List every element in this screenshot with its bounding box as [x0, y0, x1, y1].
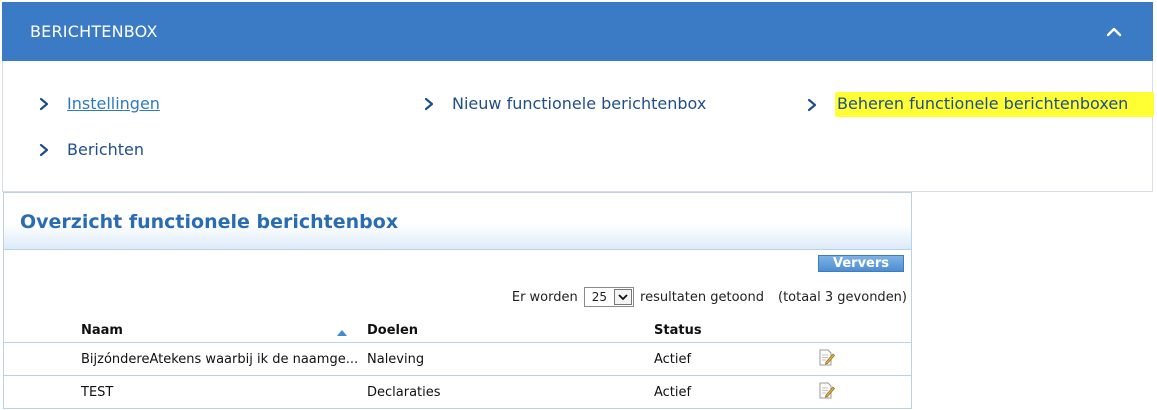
refresh-button[interactable]: Ververs — [818, 255, 904, 272]
results-summary: Er worden 25 resultaten getoond (totaal … — [512, 287, 907, 307]
nav-link-label[interactable]: Instellingen — [67, 94, 160, 113]
column-header-naam[interactable]: Naam — [81, 323, 123, 338]
row-name: BijzóndereAtekens waarbij ik de naamge..… — [81, 352, 359, 367]
chevron-right-icon — [39, 97, 53, 111]
chevron-right-icon — [39, 143, 53, 157]
nav-link-beheren-functionele-berichtenboxen[interactable]: Beheren functionele berichtenboxen — [807, 92, 1155, 117]
nav-link-label[interactable]: Nieuw functionele berichtenbox — [452, 94, 706, 113]
overview-title: Overzicht functionele berichtenbox — [4, 193, 911, 250]
edit-icon[interactable] — [818, 349, 835, 370]
row-goals: Declaraties — [367, 385, 441, 400]
results-suffix: resultaten getoond — [640, 289, 764, 305]
chevron-up-icon[interactable] — [1103, 21, 1125, 43]
results-prefix: Er worden — [511, 289, 578, 305]
berichtenbox-header: BERICHTENBOX — [2, 2, 1153, 61]
chevron-right-icon — [424, 97, 438, 111]
column-header-status[interactable]: Status — [654, 323, 702, 338]
overview-panel: Overzicht functionele berichtenbox Verve… — [3, 192, 912, 409]
chevron-down-icon[interactable] — [614, 289, 633, 305]
nav-link-label[interactable]: Beheren functionele berichtenboxen — [835, 92, 1155, 117]
results-total: (totaal 3 gevonden) — [778, 289, 907, 305]
nav-link-berichten[interactable]: Berichten — [39, 140, 144, 159]
chevron-right-icon — [807, 98, 821, 112]
sort-ascending-icon[interactable] — [337, 321, 347, 340]
nav-link-nieuw-functionele-berichtenbox[interactable]: Nieuw functionele berichtenbox — [424, 94, 706, 113]
page-size-select[interactable]: 25 — [583, 287, 635, 307]
row-goals: Naleving — [367, 352, 425, 367]
table-row[interactable]: TEST Declaraties Actief — [4, 375, 911, 408]
header-title: BERICHTENBOX — [30, 22, 158, 41]
row-status: Actief — [654, 352, 692, 367]
column-header-doelen[interactable]: Doelen — [367, 323, 418, 338]
row-status: Actief — [654, 385, 692, 400]
nav-link-label[interactable]: Berichten — [67, 140, 144, 159]
navigation-panel: Instellingen Nieuw functionele berichten… — [2, 61, 1155, 192]
edit-icon[interactable] — [818, 382, 835, 403]
nav-link-instellingen[interactable]: Instellingen — [39, 94, 160, 113]
table-row[interactable]: BijzóndereAtekens waarbij ik de naamge..… — [4, 342, 911, 375]
page-size-value: 25 — [591, 290, 608, 304]
row-name: TEST — [81, 385, 114, 400]
